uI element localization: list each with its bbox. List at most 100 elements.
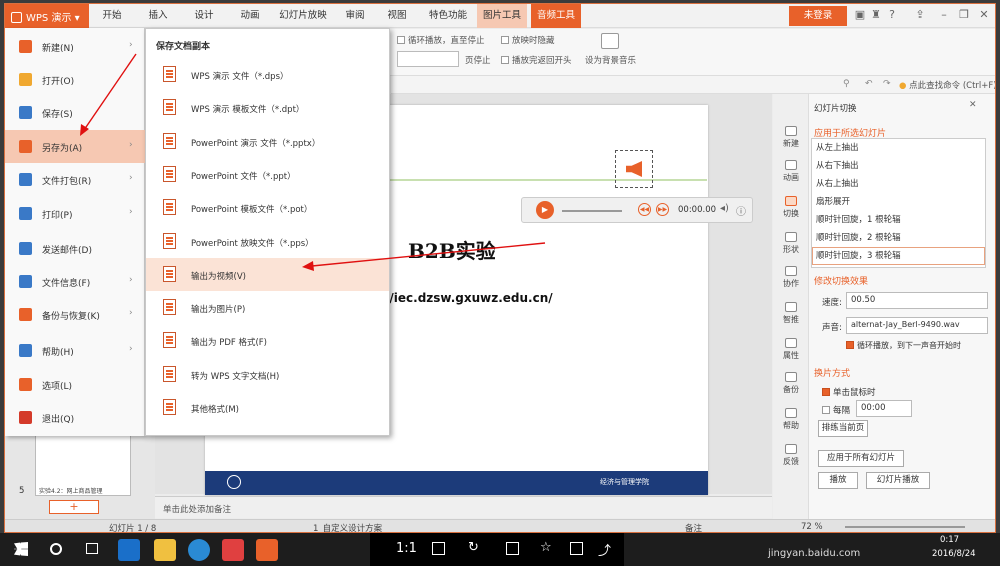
restore-icon[interactable]: ❐ [957,8,971,22]
list-item-selected[interactable]: 顺时针回旋，3 根轮辐 [812,247,985,265]
tool-shape[interactable]: 形状 [773,226,809,262]
app-menu-button[interactable]: WPS 演示 ▾ [5,4,89,28]
skin-icon[interactable]: ▣ [853,8,867,22]
submenu-item-export-pdf[interactable]: 输出为 PDF 格式(F) [146,324,389,357]
list-item[interactable]: 从右上抽出 [812,175,985,193]
tool-smart[interactable]: 智推 [773,296,809,332]
tab-picture-tools[interactable]: 图片工具 [477,4,527,28]
menu-item-backup-restore[interactable]: 备份与恢复(K) › [5,298,145,331]
minimize-icon[interactable]: – [937,8,951,22]
tab-design[interactable]: 设计 [185,4,223,28]
submenu-item-ppt[interactable]: PowerPoint 文件（*.ppt） [146,158,389,191]
menu-item-exit[interactable]: 退出(Q) [5,401,145,434]
menu-item-save[interactable]: 保存(S) [5,96,145,129]
set-background-music-button[interactable]: 设为背景音乐 [585,54,636,66]
loop-until-stop-option[interactable]: 循环播放，直至停止 [397,34,485,46]
tool-feedback[interactable]: 反馈 [773,438,809,474]
wps-taskbar-icon[interactable] [256,539,278,561]
tool-transition[interactable]: 切换 [773,190,809,226]
zoom-slider[interactable] [845,526,965,528]
add-slide-button[interactable]: + [49,500,99,514]
ie-icon[interactable] [118,539,140,561]
list-item[interactable]: 顺时针回旋，2 根轮辐 [812,229,985,247]
app-icon[interactable] [222,539,244,561]
menu-item-help[interactable]: 帮助(H) › [5,334,145,367]
tool-properties[interactable]: 属性 [773,332,809,368]
rewind-option[interactable]: 播放完返回开头 [501,54,572,66]
menu-item-send-email[interactable]: 发送邮件(D) [5,232,145,265]
menu-item-save-as[interactable]: 另存为(A) › [5,130,145,163]
slideshow-button[interactable]: 幻灯片播放 [866,472,930,489]
menu-item-package[interactable]: 文件打包(R) › [5,163,145,196]
tool-animation[interactable]: 动画 [773,154,809,190]
submenu-item-pot[interactable]: PowerPoint 模板文件（*.pot） [146,191,389,224]
pane-close-icon[interactable]: ✕ [969,100,977,110]
shirt-icon[interactable]: ♜ [869,8,883,22]
task-view-icon[interactable] [86,543,98,554]
upload-icon[interactable]: ⇪ [913,8,927,22]
command-search[interactable]: ● 点此查找命令 (Ctrl+F) [899,79,995,91]
list-item[interactable]: 从右下抽出 [812,157,985,175]
audio-progress-bar[interactable] [562,210,622,212]
on-click-option[interactable]: 单击鼠标时 [822,386,876,398]
undo-icon[interactable]: ↶ [865,79,873,89]
apply-all-button[interactable]: 应用于所有幻灯片 [818,450,904,467]
tab-audio-tools[interactable]: 音频工具 [531,4,581,28]
tool-help[interactable]: 帮助 [773,402,809,438]
submenu-item-pps[interactable]: PowerPoint 放映文件（*.pps） [146,225,389,258]
tab-slideshow[interactable]: 幻灯片放映 [275,4,331,28]
menu-item-options[interactable]: 选项(L) [5,368,145,401]
submenu-item-other-formats[interactable]: 其他格式(M) [146,391,389,424]
sound-select[interactable]: alternat-Jay_Berl-9490.wav [846,317,988,334]
list-item[interactable]: 从左上抽出 [812,139,985,157]
tool-collaborate[interactable]: 协作 [773,260,809,296]
submenu-item-export-image[interactable]: 输出为图片(P) [146,291,389,324]
stop-page-field[interactable] [397,51,459,67]
tab-animation[interactable]: 动画 [231,4,269,28]
list-item[interactable]: 顺时针回旋，1 根轮辐 [812,211,985,229]
hide-while-show-option[interactable]: 放映时隐藏 [501,34,555,46]
submenu-item-export-video[interactable]: 输出为视频(V) [146,257,389,291]
list-item[interactable]: 扇形展开 [812,193,985,211]
tab-special[interactable]: 特色功能 [423,4,473,28]
save-icon[interactable] [506,542,519,555]
menu-item-open[interactable]: 打开(O) [5,63,145,96]
login-button[interactable]: 未登录 [789,6,847,26]
star-icon[interactable]: ☆ [540,540,552,555]
help-icon[interactable]: ? [885,8,899,22]
share-icon[interactable]: ⤴ [598,540,611,559]
menu-item-print[interactable]: 打印(P) › [5,197,145,230]
play-button[interactable]: 播放 [818,472,858,489]
every-option[interactable]: 每隔 [822,404,850,416]
tab-home[interactable]: 开始 [93,4,131,28]
rotate-icon[interactable]: ↻ [468,540,479,555]
audio-object[interactable] [615,150,653,188]
close-icon[interactable]: ✕ [977,8,991,22]
explorer-icon[interactable] [154,539,176,561]
tab-insert[interactable]: 插入 [139,4,177,28]
cortana-icon[interactable] [50,543,62,555]
ratio-button[interactable]: 1:1 [396,541,417,556]
info-icon[interactable]: ⓘ [736,203,746,218]
submenu-item-dpt[interactable]: WPS 演示 模板文件（*.dpt） [146,91,389,124]
play-icon[interactable]: ▶ [536,201,554,219]
transition-list[interactable]: 从左上抽出 从右下抽出 从右上抽出 扇形展开 顺时针回旋，1 根轮辐 顺时针回旋… [811,138,986,268]
tool-backup[interactable]: 备份 [773,366,809,402]
submenu-item-to-wps-doc[interactable]: 转为 WPS 文字文档(H) [146,358,389,391]
rehearse-button[interactable]: 排练当前页 [818,420,868,437]
tab-view[interactable]: 视图 [379,4,415,28]
rewind-icon[interactable]: ◀◀ [638,203,651,216]
fast-forward-icon[interactable]: ▶▶ [656,203,669,216]
notes-area[interactable]: 单击此处添加备注 [155,496,772,518]
fit-icon[interactable] [432,542,445,555]
redo-icon[interactable]: ↷ [883,79,891,89]
speed-field[interactable]: 00.50 [846,292,988,309]
loop-sound-option[interactable]: 循环播放，到下一声音开始时 [846,340,961,351]
tool-new[interactable]: 新建 [773,120,809,156]
volume-icon[interactable]: ◂) [720,203,729,214]
every-time-field[interactable]: 00:00 [856,400,912,417]
menu-item-new[interactable]: 新建(N) › [5,30,145,63]
tab-review[interactable]: 审阅 [337,4,373,28]
windows-start-icon[interactable] [14,542,28,556]
sogou-icon[interactable] [188,539,210,561]
